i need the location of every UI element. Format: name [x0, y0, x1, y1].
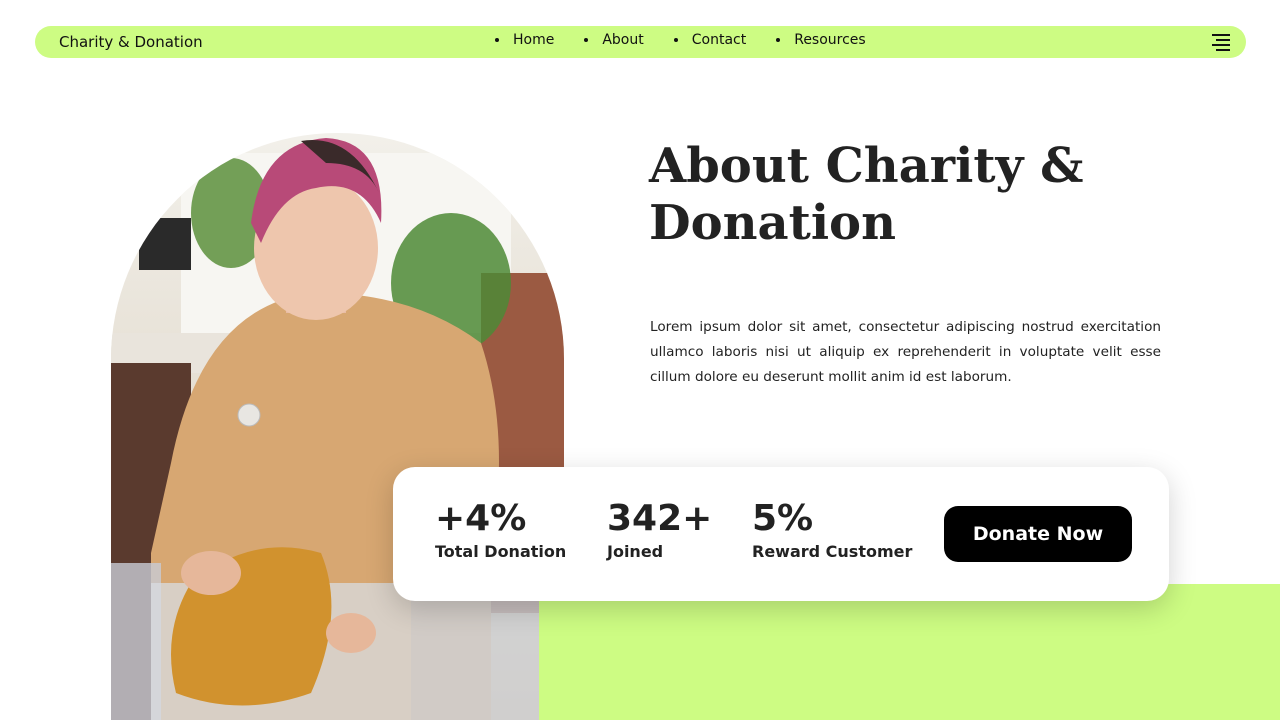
nav-menu: Home About Contact Resources — [495, 32, 896, 48]
stat-reward-customer: 5% Reward Customer — [752, 498, 913, 562]
stat-value: 342+ — [607, 498, 713, 539]
stats-card: +4% Total Donation 342+ Joined 5% Reward… — [393, 467, 1169, 601]
brand-name[interactable]: Charity & Donation — [59, 33, 203, 51]
volunteer-photo — [111, 133, 564, 720]
stat-value: 5% — [752, 498, 814, 539]
stat-total-donation: +4% Total Donation — [435, 498, 567, 562]
stat-value: +4% — [435, 498, 527, 539]
nav-item-contact[interactable]: Contact — [673, 32, 747, 48]
stat-label: Reward Customer — [752, 542, 913, 561]
stat-joined: 342+ Joined — [607, 498, 713, 562]
bullet-icon — [776, 38, 781, 42]
bullet-icon — [673, 38, 678, 42]
nav-item-label: Resources — [794, 32, 866, 48]
top-nav-bar: Charity & Donation Home About Contact Re… — [35, 26, 1246, 58]
bullet-icon — [495, 38, 499, 42]
about-description: Lorem ipsum dolor sit amet, consectetur … — [650, 319, 1161, 385]
stat-label: Total Donation — [435, 542, 567, 561]
donate-now-button[interactable]: Donate Now — [944, 506, 1132, 562]
hamburger-menu-icon[interactable] — [1212, 34, 1230, 51]
nav-item-resources[interactable]: Resources — [776, 32, 866, 48]
accent-block — [539, 584, 1280, 720]
nav-item-home[interactable]: Home — [495, 32, 554, 48]
nav-item-label: About — [602, 32, 644, 48]
bullet-icon — [584, 38, 589, 42]
nav-item-label: Contact — [691, 32, 747, 48]
page-title: About Charity & Donation — [649, 138, 1084, 251]
nav-item-about[interactable]: About — [584, 32, 644, 48]
stat-label: Joined — [607, 542, 664, 561]
nav-item-label: Home — [513, 32, 555, 48]
